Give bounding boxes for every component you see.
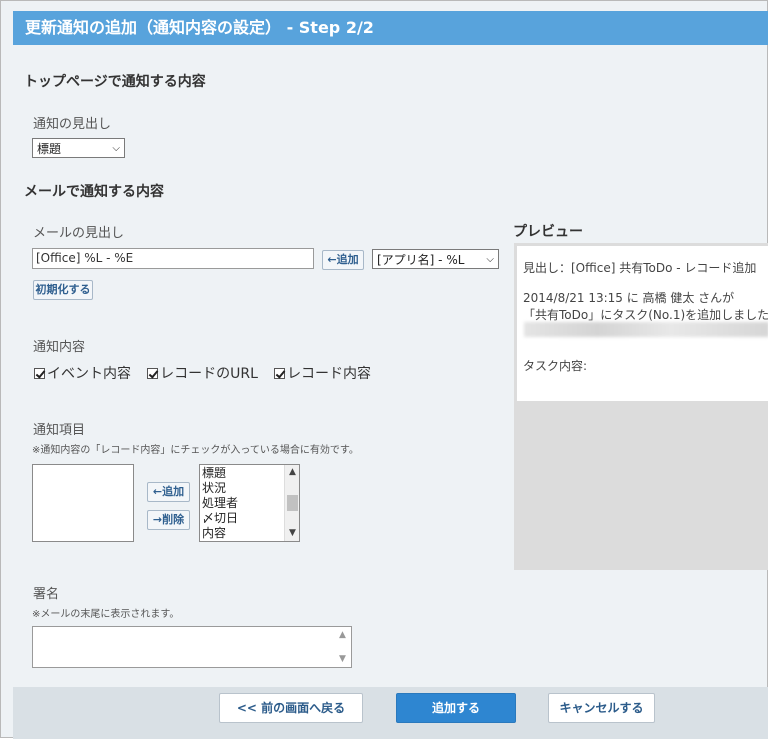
cancel-button[interactable]: キャンセルする <box>548 693 655 723</box>
available-items-list[interactable]: 標題 状況 処理者 〆切日 内容 ▲ ▼ <box>199 464 300 542</box>
checkbox-record-content[interactable]: レコード内容 <box>274 363 371 383</box>
chevron-down-icon: ⌵ <box>486 253 494 265</box>
preview-content-label: タスク内容: <box>523 359 588 373</box>
preview-body-line1: 2014/8/21 13:15 に 高橋 健太 さんが <box>523 291 735 305</box>
signature-label: 署名 <box>33 587 60 602</box>
list-item[interactable]: 標題 <box>202 466 238 481</box>
notify-items-note: ※通知内容の「レコード内容」にチェックが入っている場合に有効です。 <box>32 445 359 456</box>
list-item[interactable]: 処理者 <box>202 496 238 511</box>
preview-blurred-url <box>524 322 768 337</box>
notify-content-label: 通知内容 <box>33 340 86 355</box>
checkbox-event[interactable]: イベント内容 <box>34 363 131 383</box>
items-remove-button[interactable]: →削除 <box>147 510 190 530</box>
checkbox-event-box[interactable] <box>34 367 45 379</box>
checkbox-record-url-box[interactable] <box>147 367 159 379</box>
reset-button[interactable]: 初期化する <box>33 280 93 300</box>
notify-content-checkboxes: イベント内容 レコードのURL レコード内容 <box>34 363 383 383</box>
preview-heading: プレビュー <box>513 224 583 240</box>
checkbox-record-content-box[interactable] <box>274 367 286 379</box>
subject-insert-select-value: [アプリ名] - %L <box>377 252 465 267</box>
top-section-heading: トップページで通知する内容 <box>24 74 206 90</box>
scroll-down-icon[interactable]: ▼ <box>285 526 299 541</box>
chevron-down-icon: ⌵ <box>112 142 120 154</box>
mail-subject-label: メールの見出し <box>33 226 125 241</box>
scroll-thumb[interactable] <box>287 495 298 511</box>
list-item[interactable]: 内容 <box>202 526 238 541</box>
mail-subject-input[interactable]: [Office] %L - %E <box>32 248 314 269</box>
signature-textarea[interactable]: ▲ ▼ <box>32 626 352 668</box>
dialog-frame: 更新通知の追加（通知内容の設定） - Step 2/2 トップページで通知する内… <box>0 0 768 739</box>
preview-content: 見出し：[Office] 共有ToDo - レコード追加 2014/8/21 1… <box>517 246 768 401</box>
available-items: 標題 状況 処理者 〆切日 内容 <box>202 466 238 541</box>
scroll-up-icon[interactable]: ▲ <box>339 630 346 640</box>
heading-field-label: 通知の見出し <box>33 117 112 132</box>
textarea-scrollbar[interactable]: ▲ ▼ <box>337 627 351 667</box>
items-add-button[interactable]: ←追加 <box>147 482 190 502</box>
scroll-up-icon[interactable]: ▲ <box>285 465 299 480</box>
footer-bar: << 前の画面へ戻る 追加する キャンセルする <box>13 687 768 739</box>
preview-subject: 見出し：[Office] 共有ToDo - レコード追加 <box>523 261 757 275</box>
checkbox-record-url[interactable]: レコードのURL <box>147 363 258 383</box>
scroll-down-icon[interactable]: ▼ <box>339 654 346 664</box>
list-item[interactable]: 〆切日 <box>202 511 238 526</box>
back-button[interactable]: << 前の画面へ戻る <box>219 693 363 723</box>
add-button[interactable]: 追加する <box>396 693 516 723</box>
page-title: 更新通知の追加（通知内容の設定） - Step 2/2 <box>13 11 768 45</box>
checkbox-record-url-label: レコードのURL <box>160 366 258 382</box>
heading-select-value: 標題 <box>37 141 62 156</box>
selected-items-list[interactable] <box>32 464 134 542</box>
heading-select[interactable]: 標題 ⌵ <box>32 138 125 158</box>
list-item[interactable]: 状況 <box>202 481 238 496</box>
subject-insert-select[interactable]: [アプリ名] - %L ⌵ <box>372 249 499 269</box>
subject-add-button[interactable]: ←追加 <box>322 250 364 270</box>
checkbox-record-content-label: レコード内容 <box>287 366 372 382</box>
preview-body-line2: 「共有ToDo」にタスク(No.1)を追加しました <box>523 308 768 322</box>
notify-items-label: 通知項目 <box>33 423 86 438</box>
preview-panel: 見出し：[Office] 共有ToDo - レコード追加 2014/8/21 1… <box>514 243 768 570</box>
checkbox-event-label: イベント内容 <box>47 366 131 382</box>
mail-section-heading: メールで通知する内容 <box>24 184 164 200</box>
list-scrollbar[interactable]: ▲ ▼ <box>284 465 299 541</box>
signature-note: ※メールの末尾に表示されます。 <box>32 609 180 620</box>
